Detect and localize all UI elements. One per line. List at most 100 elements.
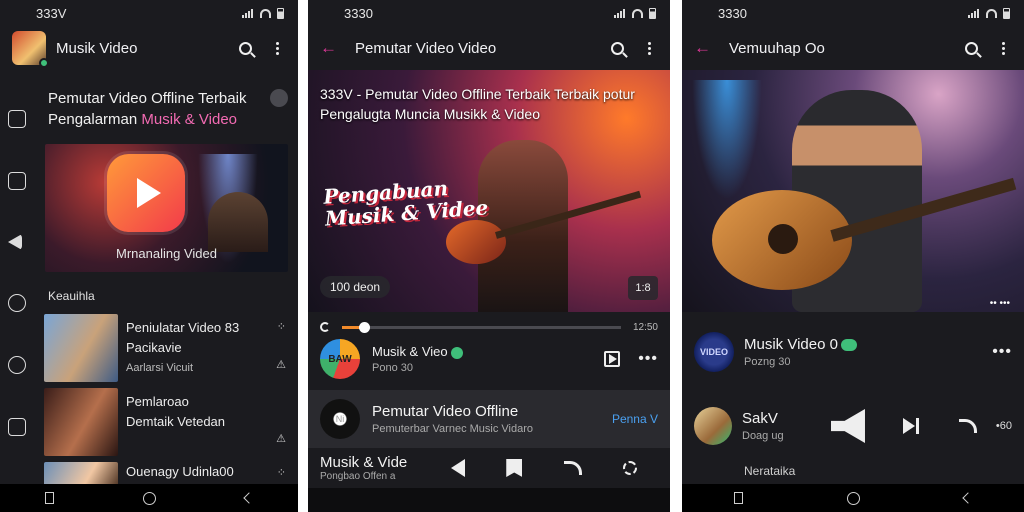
more-icon: [1001, 41, 1005, 55]
nav-back-icon[interactable]: [243, 492, 255, 504]
list-item-text: Pemlaroao Demtaik Vetedan: [126, 388, 225, 456]
stage-light: [692, 80, 762, 200]
card-subtitle: Pemuterbar Varnec Music Vidaro: [372, 423, 533, 435]
footer-label: Nerataika: [744, 464, 796, 478]
drag-handle-icon[interactable]: ⁘: [277, 320, 286, 333]
more-icon: [647, 41, 651, 55]
screen-now-playing: 3330 ← Vemuuhap Oo •• ••• VIDEO Musik Vi…: [682, 0, 1024, 512]
system-nav-bar: [308, 488, 670, 512]
more-button[interactable]: [994, 39, 1012, 57]
card-title: Pemutar Video Offline: [372, 403, 519, 420]
now-playing-title: Musik & Vieo: [372, 344, 448, 359]
previous-icon[interactable]: [450, 459, 465, 477]
card-link[interactable]: Penna V: [612, 412, 658, 426]
more-horizontal-icon[interactable]: •••: [638, 350, 658, 368]
app-avatar[interactable]: [12, 31, 49, 68]
play-icon[interactable]: [107, 154, 185, 232]
play-icon[interactable]: [604, 351, 621, 367]
featured-banner[interactable]: Mrnanaling Vided: [45, 144, 288, 272]
video-thumbnail: [44, 314, 118, 382]
list-item-title: Ouenagy Udinla00: [126, 464, 234, 479]
battery-icon: [1003, 7, 1010, 19]
home-icon[interactable]: [142, 491, 156, 505]
search-icon: [610, 41, 624, 55]
battery-icon: [277, 7, 284, 19]
mini-player[interactable]: Musik & Vide Pongbao Offen a: [308, 452, 670, 484]
share-icon[interactable]: [958, 419, 977, 433]
search-button[interactable]: [962, 39, 980, 57]
video-actions[interactable]: •• •••: [990, 298, 1010, 309]
video-headline: 333V - Pemutar Video Offline Terbaik Ter…: [320, 86, 635, 122]
track-meta: SakV Doag ug: [742, 410, 812, 442]
system-nav-bar: [0, 484, 298, 512]
back-arrow-icon[interactable]: ←: [320, 38, 337, 58]
mini-player-title: Musik & Vide: [320, 453, 408, 471]
verified-icon: [450, 346, 463, 359]
status-bar: 3330: [308, 0, 670, 26]
wifi-icon: [632, 8, 643, 18]
drag-handle-icon[interactable]: ⁘: [277, 466, 286, 479]
channel-avatar: VIDEO: [694, 332, 734, 372]
app-bar: Musik Video: [0, 26, 298, 70]
track-subtitle: Doag ug: [742, 430, 784, 442]
recommendation-card[interactable]: Ni Pemutar Video Offline Pemuterbar Varn…: [308, 390, 670, 448]
status-time: 3330: [718, 5, 747, 21]
share-icon[interactable]: [563, 461, 582, 475]
track-row[interactable]: SakV Doag ug •60: [682, 398, 1024, 454]
recents-icon[interactable]: [734, 492, 743, 504]
mini-player-subtitle: Pongbao Offen a: [320, 470, 396, 482]
screen-music-home: 333V Musik Video Pemutar Video Offline T…: [0, 0, 298, 512]
bookmark-icon[interactable]: [506, 459, 523, 477]
list-item-meta: Aarlarsi Vicuit: [126, 362, 194, 374]
status-time: 3330: [344, 5, 373, 21]
side-nav-camera-icon[interactable]: [8, 418, 26, 436]
wifi-icon: [986, 8, 997, 18]
promo-toggle-button[interactable]: [270, 89, 288, 107]
list-item-title: Peniulatar Video 83: [126, 320, 240, 335]
verified-icon: [840, 339, 857, 352]
video-player[interactable]: •• •••: [682, 70, 1024, 312]
channel-title: Musik Video 0: [744, 336, 838, 353]
more-button[interactable]: [268, 39, 286, 57]
track-extra[interactable]: •60: [996, 420, 1012, 432]
next-icon[interactable]: [902, 417, 921, 435]
promo-heading-accent: Musik & Video: [141, 111, 238, 128]
now-playing-meta: Musik & Vieo Pono 30: [372, 344, 604, 374]
app-bar: ← Vemuuhap Oo: [682, 26, 1024, 70]
app-title: Vemuuhap Oo: [729, 39, 825, 57]
list-item-text: Peniulatar Video 83 Pacikavie Aarlarsi V…: [126, 314, 239, 382]
side-nav-discover-icon[interactable]: [8, 356, 26, 374]
seek-track[interactable]: [342, 321, 621, 333]
vinyl-icon: Ni: [320, 399, 360, 439]
fullscreen-button[interactable]: 1:8: [628, 276, 658, 300]
nav-back-icon[interactable]: [962, 492, 974, 504]
more-button[interactable]: [640, 39, 658, 57]
now-playing-row[interactable]: BAW Musik & Vieo Pono 30 •••: [308, 330, 670, 388]
back-arrow-icon[interactable]: ←: [694, 38, 711, 58]
side-nav-library-icon[interactable]: [8, 110, 26, 128]
channel-title-wrap: Musik Video 0: [744, 336, 974, 353]
app-title: Pemutar Video Video: [355, 39, 497, 57]
video-player[interactable]: 333V - Pemutar Video Offline Terbaik Ter…: [308, 70, 670, 312]
channel-row[interactable]: VIDEO Musik Video 0 Pozng 30 •••: [682, 322, 1024, 382]
list-item[interactable]: Pemlaroao Demtaik Vetedan ⚠: [44, 388, 290, 456]
volume-icon[interactable]: [830, 409, 865, 443]
more-horizontal-icon[interactable]: •••: [992, 343, 1012, 361]
list-item-subtitle: Demtaik Vetedan: [126, 414, 226, 429]
tip-icon[interactable]: ⚠: [276, 358, 286, 371]
status-icons: [968, 7, 1010, 19]
video-guitar: [712, 177, 1022, 290]
loop-icon[interactable]: [623, 461, 638, 475]
side-nav-speaker-icon[interactable]: [8, 234, 22, 250]
side-nav-upload-icon[interactable]: [8, 172, 26, 190]
recents-icon[interactable]: [44, 492, 54, 504]
promo-heading-prefix: Pengalarman: [48, 111, 142, 128]
list-item[interactable]: Peniulatar Video 83 Pacikavie Aarlarsi V…: [44, 314, 290, 382]
side-nav-profile-icon[interactable]: [8, 294, 26, 312]
promo-heading-line2: Pengalarman Musik & Video: [48, 109, 278, 130]
search-button[interactable]: [608, 39, 626, 57]
home-icon[interactable]: [847, 491, 860, 505]
banner-performer: [208, 192, 268, 252]
tip-icon[interactable]: ⚠: [276, 432, 286, 445]
search-button[interactable]: [236, 39, 254, 57]
